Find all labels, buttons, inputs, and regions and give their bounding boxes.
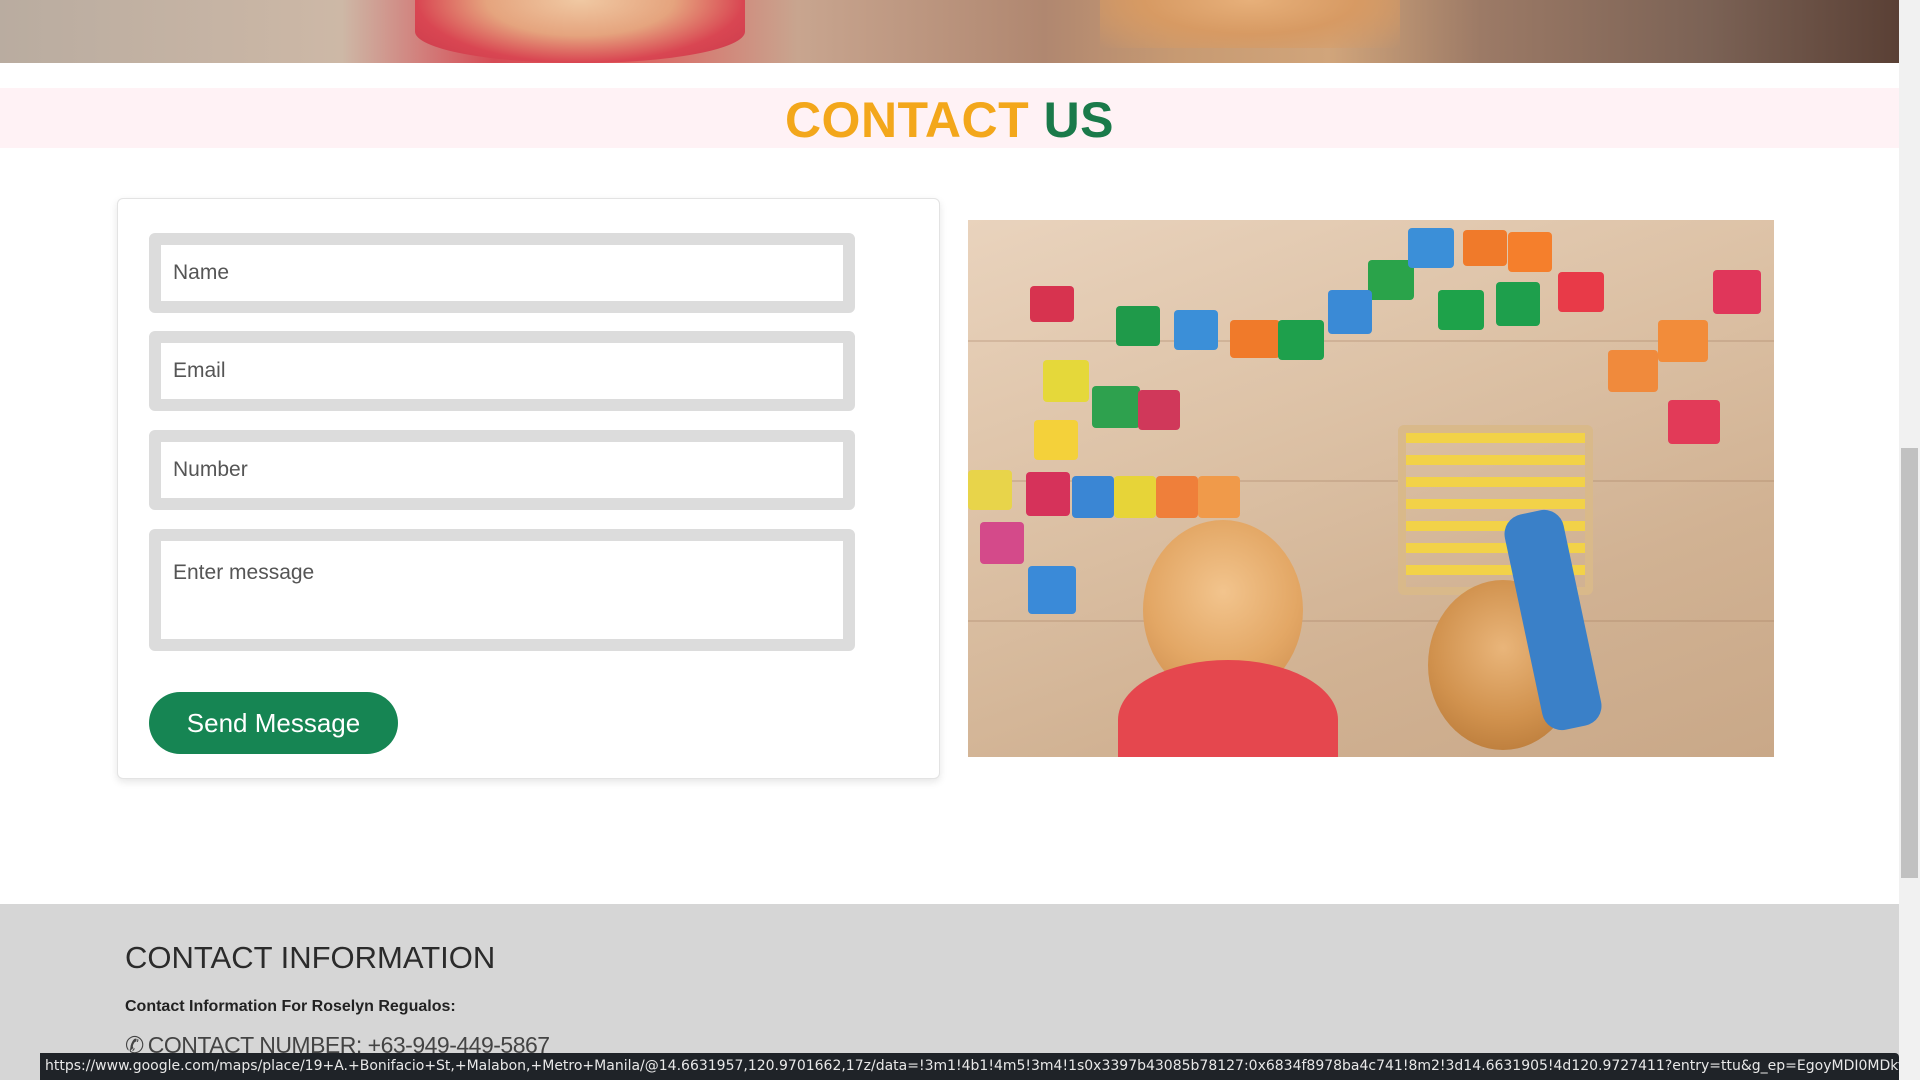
send-message-button[interactable]: Send Message — [149, 692, 398, 754]
contact-info-heading: CONTACT INFORMATION — [125, 940, 496, 975]
kids-playing-photo — [968, 220, 1774, 757]
puzzle-piece — [1034, 420, 1078, 460]
name-input[interactable] — [149, 233, 855, 313]
puzzle-piece — [968, 470, 1012, 510]
puzzle-piece — [1713, 270, 1761, 314]
puzzle-piece — [1558, 272, 1604, 312]
puzzle-piece — [1668, 400, 1720, 444]
puzzle-piece — [1658, 320, 1708, 362]
puzzle-piece — [1368, 260, 1414, 300]
floor-plank-line — [968, 620, 1774, 622]
puzzle-piece — [1116, 306, 1160, 346]
puzzle-piece — [1156, 476, 1198, 518]
page-scrollbar[interactable] — [1899, 0, 1920, 1080]
message-textarea[interactable] — [149, 529, 855, 651]
section-title: CONTACT US — [0, 88, 1899, 152]
hero-image-strip — [0, 0, 1899, 63]
puzzle-piece — [1438, 290, 1484, 330]
puzzle-piece — [1030, 286, 1074, 322]
section-title-word-2: US — [1043, 92, 1115, 148]
puzzle-piece — [1092, 386, 1140, 428]
puzzle-piece — [1198, 476, 1240, 518]
floor-plank-line — [968, 340, 1774, 342]
link-status-bar: https://www.google.com/maps/place/19+A.+… — [40, 1053, 1899, 1080]
puzzle-piece — [1114, 476, 1156, 518]
number-input[interactable] — [149, 430, 855, 510]
scrollbar-thumb[interactable] — [1901, 448, 1918, 878]
contact-info-subheading: Contact Information For Roselyn Regualos… — [125, 998, 456, 1015]
puzzle-piece — [980, 522, 1024, 564]
puzzle-piece — [1328, 290, 1372, 334]
contact-us-banner: CONTACT US — [0, 88, 1899, 148]
puzzle-piece — [1026, 472, 1070, 516]
puzzle-piece — [1174, 310, 1218, 350]
puzzle-piece — [1230, 320, 1280, 358]
puzzle-piece — [1278, 320, 1324, 360]
puzzle-piece — [1408, 228, 1454, 268]
puzzle-piece — [1043, 360, 1089, 402]
puzzle-piece — [1608, 350, 1658, 392]
hero-image-child-left — [415, 0, 745, 63]
hero-image-child-right — [1100, 0, 1400, 48]
puzzle-piece — [1496, 282, 1540, 326]
email-input[interactable] — [149, 331, 855, 411]
puzzle-piece — [1463, 230, 1507, 266]
puzzle-piece — [1072, 476, 1114, 518]
puzzle-piece — [1028, 566, 1076, 614]
child-left-body — [1118, 660, 1338, 757]
contact-form: Send Message — [117, 198, 940, 779]
puzzle-piece — [1508, 232, 1552, 272]
section-title-word-1: CONTACT — [784, 92, 1030, 148]
puzzle-piece — [1138, 390, 1180, 430]
